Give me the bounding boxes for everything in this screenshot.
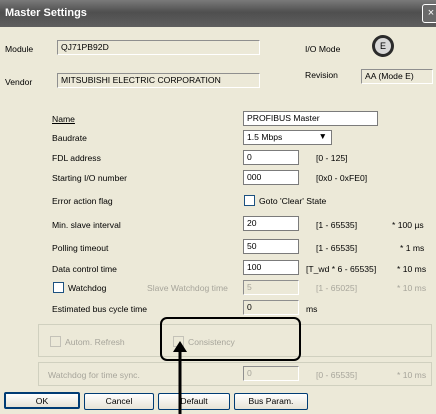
polling-unit: * 1 ms bbox=[400, 243, 425, 253]
watchdog-sync-input: 0 bbox=[243, 366, 299, 381]
watchdog-sync-range: [0 - 65535] bbox=[316, 370, 358, 380]
fdl-range: [0 - 125] bbox=[316, 153, 348, 163]
name-input[interactable]: PROFIBUS Master bbox=[243, 111, 378, 126]
min-slave-unit: * 100 µs bbox=[392, 220, 424, 230]
watchdog-checkbox[interactable] bbox=[53, 282, 64, 293]
min-slave-input[interactable]: 20 bbox=[243, 216, 299, 231]
bus-param-button[interactable]: Bus Param. bbox=[234, 393, 308, 410]
dct-label: Data control time bbox=[52, 264, 117, 274]
goto-clear-checkbox[interactable] bbox=[244, 195, 255, 206]
vendor-label: Vendor bbox=[5, 77, 33, 87]
close-icon[interactable]: × bbox=[422, 4, 436, 23]
cancel-button[interactable]: Cancel bbox=[84, 393, 154, 410]
slave-watchdog-input: 5 bbox=[243, 280, 299, 295]
name-label: Name bbox=[52, 114, 75, 124]
watchdog-label: Watchdog bbox=[68, 283, 107, 293]
module-field: QJ71PB92D bbox=[57, 40, 260, 55]
goto-clear-label: Goto 'Clear' State bbox=[259, 196, 327, 206]
min-slave-range: [1 - 65535] bbox=[316, 220, 358, 230]
polling-label: Polling timeout bbox=[52, 243, 109, 253]
ok-button[interactable]: OK bbox=[4, 392, 80, 409]
error-flag-label: Error action flag bbox=[52, 196, 113, 206]
vendor-field: MITSUBISHI ELECTRIC CORPORATION bbox=[57, 73, 260, 88]
revision-label: Revision bbox=[305, 70, 338, 80]
baudrate-label: Baudrate bbox=[52, 133, 87, 143]
start-io-input[interactable]: 000 bbox=[243, 170, 299, 185]
polling-input[interactable]: 50 bbox=[243, 239, 299, 254]
io-mode-icon: E bbox=[372, 35, 394, 57]
polling-range: [1 - 65535] bbox=[316, 243, 358, 253]
title-bar: Master Settings × bbox=[0, 0, 436, 27]
master-settings-window: Master Settings × Module QJ71PB92D Vendo… bbox=[0, 0, 436, 414]
fdl-input[interactable]: 0 bbox=[243, 150, 299, 165]
chevron-down-icon: ▼ bbox=[318, 131, 327, 141]
slave-watchdog-label: Slave Watchdog time bbox=[147, 283, 228, 293]
dct-unit: * 10 ms bbox=[397, 264, 427, 274]
baudrate-select[interactable]: 1.5 Mbps ▼ bbox=[243, 130, 332, 145]
baudrate-value: 1.5 Mbps bbox=[247, 132, 283, 142]
watchdog-sync-unit: * 10 ms bbox=[397, 370, 427, 380]
svg-text:E: E bbox=[380, 41, 386, 51]
slave-watchdog-unit: * 10 ms bbox=[397, 283, 427, 293]
cycle-label: Estimated bus cycle time bbox=[52, 304, 148, 314]
autom-refresh-label: Autom. Refresh bbox=[65, 337, 125, 347]
dct-input[interactable]: 100 bbox=[243, 260, 299, 275]
default-button[interactable]: Default bbox=[158, 393, 230, 410]
dct-range: [T_wd * 6 - 65535] bbox=[306, 264, 377, 274]
io-mode-label: I/O Mode bbox=[305, 44, 341, 54]
start-io-label: Starting I/O number bbox=[52, 173, 127, 183]
min-slave-label: Min. slave interval bbox=[52, 220, 121, 230]
cycle-unit: ms bbox=[306, 304, 318, 314]
module-label: Module bbox=[5, 44, 34, 54]
window-title: Master Settings bbox=[5, 7, 87, 19]
revision-field: AA (Mode E) bbox=[361, 69, 433, 84]
start-io-range: [0x0 - 0xFE0] bbox=[316, 173, 368, 183]
watchdog-sync-label: Watchdog for time sync. bbox=[48, 370, 140, 380]
fdl-label: FDL address bbox=[52, 153, 101, 163]
autom-refresh-checkbox bbox=[50, 336, 61, 347]
slave-watchdog-range: [1 - 65025] bbox=[316, 283, 358, 293]
cycle-field: 0 bbox=[243, 300, 299, 315]
annotation-arrow-icon bbox=[173, 341, 187, 414]
